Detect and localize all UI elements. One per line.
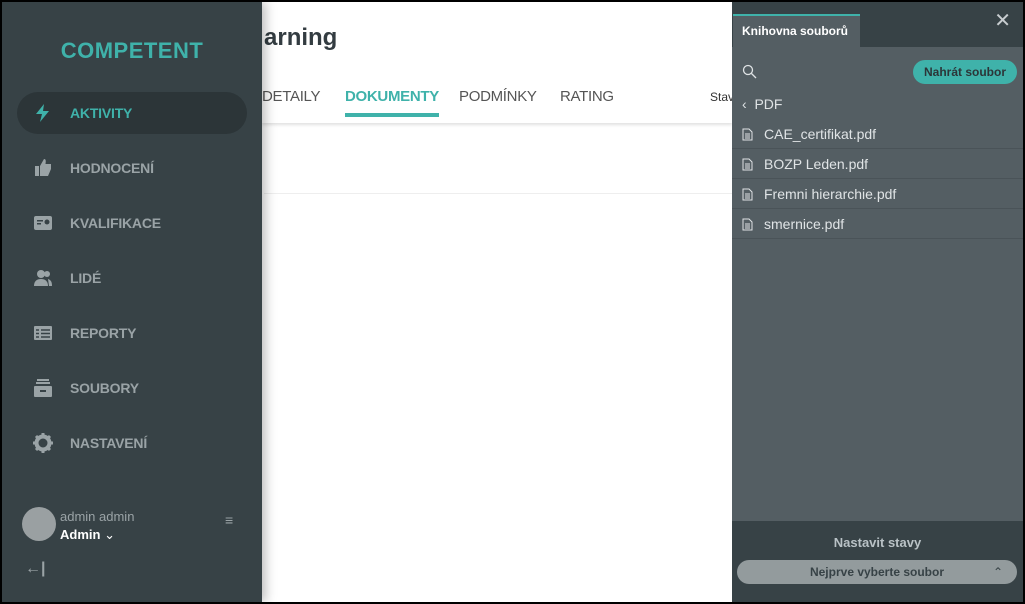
thumbs-up-icon (35, 159, 51, 176)
sidebar-item-label: HODNOCENÍ (70, 160, 154, 176)
panel-footer: Nastavit stavy Nejprve vyberte soubor ⌃ (732, 521, 1023, 602)
file-icon (742, 188, 753, 201)
tab-detaily[interactable]: DETAILY (262, 88, 321, 105)
file-icon (742, 218, 753, 231)
state-select[interactable]: Nejprve vyberte soubor ⌃ (737, 560, 1017, 584)
tab-podminky[interactable]: PODMÍNKY (459, 88, 537, 105)
bolt-icon (36, 104, 49, 122)
file-item[interactable]: BOZP Leden.pdf (732, 149, 1023, 179)
sidebar-item-soubory[interactable]: SOUBORY (17, 367, 247, 409)
search-icon[interactable] (742, 64, 757, 79)
sidebar-item-label: KVALIFIKACE (70, 215, 161, 231)
file-name: BOZP Leden.pdf (764, 156, 869, 172)
sidebar-item-label: LIDÉ (70, 270, 102, 286)
people-icon (34, 270, 52, 286)
certificate-icon (34, 216, 52, 230)
user-role-dropdown[interactable]: Admin ⌄ (60, 527, 115, 543)
archive-icon (34, 379, 52, 397)
sidebar-item-label: NASTAVENÍ (70, 435, 148, 451)
avatar[interactable] (22, 507, 56, 541)
gear-icon (33, 433, 53, 453)
folder-back[interactable]: ‹ PDF (742, 96, 782, 112)
file-name: CAE_certifikat.pdf (764, 126, 877, 142)
sidebar-item-hodnoceni[interactable]: HODNOCENÍ (17, 147, 247, 189)
file-icon (742, 128, 753, 141)
sidebar-item-label: SOUBORY (70, 380, 139, 396)
chevron-down-icon: ⌄ (104, 527, 115, 542)
sidebar-item-lide[interactable]: LIDÉ (17, 257, 247, 299)
file-library-panel: Knihovna souborů ✕ Nahrát soubor ‹ PDF C… (732, 2, 1023, 602)
tab-dokumenty[interactable]: DOKUMENTY (345, 88, 439, 117)
sidebar-item-label: AKTIVITY (70, 105, 133, 121)
chevron-left-icon: ‹ (742, 96, 747, 112)
select-placeholder: Nejprve vyberte soubor (809, 565, 945, 579)
set-states-label: Nastavit stavy (833, 535, 922, 550)
folder-name: PDF (754, 96, 783, 112)
divider (264, 193, 732, 194)
app-window: arning DETAILY DOKUMENTY PODMÍNKY RATING… (2, 2, 1023, 602)
sidebar-item-kvalifikace[interactable]: KVALIFIKACE (17, 202, 247, 244)
sidebar-item-aktivity[interactable]: AKTIVITY (17, 92, 247, 134)
file-item[interactable]: CAE_certifikat.pdf (732, 119, 1023, 149)
sidebar-item-label: REPORTY (70, 325, 137, 341)
file-icon (742, 158, 753, 171)
logo: COMPETENT (60, 38, 204, 63)
menu-icon[interactable]: ≡ (225, 512, 233, 528)
status-label: Stav (710, 90, 735, 104)
collapse-sidebar-icon[interactable]: ←| (25, 560, 45, 578)
tab-file-library[interactable]: Knihovna souborů (733, 14, 860, 47)
user-name: admin admin (60, 509, 135, 524)
file-item[interactable]: Fremni hierarchie.pdf (732, 179, 1023, 209)
close-icon[interactable]: ✕ (994, 8, 1011, 33)
upload-file-button[interactable]: Nahrát soubor (912, 60, 1017, 84)
tab-rating[interactable]: RATING (560, 88, 614, 105)
panel-header: Knihovna souborů ✕ (732, 2, 1023, 47)
file-name: smernice.pdf (764, 216, 845, 232)
sidebar-item-reporty[interactable]: REPORTY (17, 312, 247, 354)
tab-bar: DETAILY DOKUMENTY PODMÍNKY RATING (262, 2, 732, 123)
user-role: Admin (60, 527, 101, 542)
sidebar-item-nastaveni[interactable]: NASTAVENÍ (17, 422, 247, 464)
table-icon (34, 326, 52, 340)
sidebar: COMPETENT AKTIVITY HODNOCENÍ KVALIFIKACE… (2, 2, 262, 602)
file-name: Fremni hierarchie.pdf (764, 186, 897, 202)
file-item[interactable]: smernice.pdf (732, 209, 1023, 239)
chevron-up-icon: ⌃ (992, 565, 1003, 579)
